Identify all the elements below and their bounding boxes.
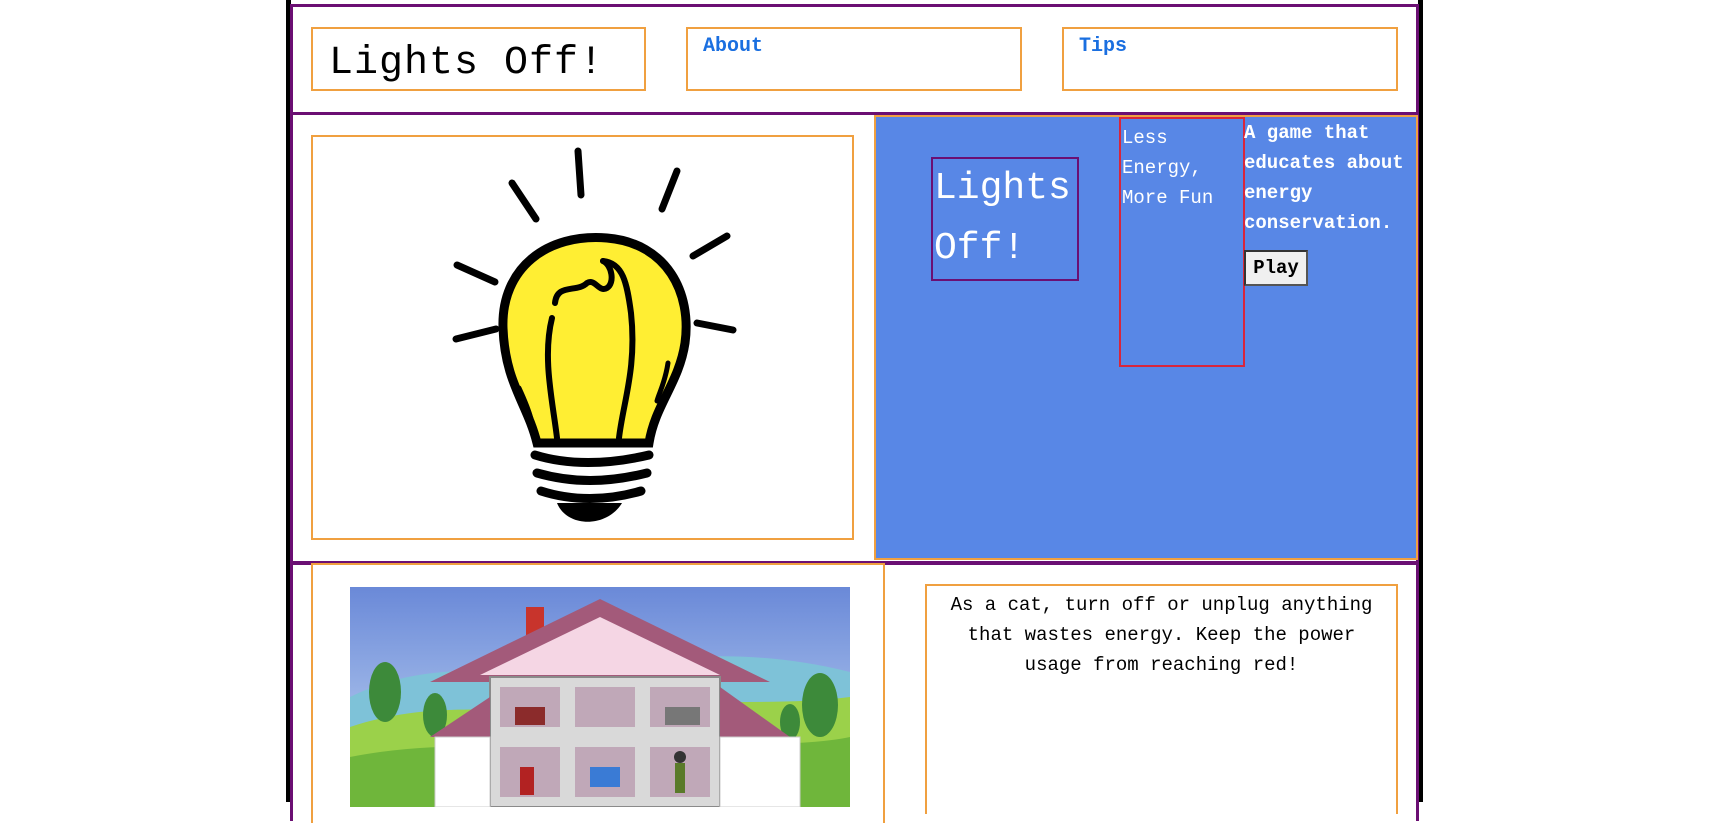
house-cutaway-icon [350, 587, 850, 807]
house-image-box [311, 563, 885, 823]
hero-description: A game that educates about energy conser… [1244, 122, 1404, 234]
nav-about-box: About [686, 27, 1022, 91]
lightbulb-icon [452, 147, 737, 522]
nav-about-link[interactable]: About [703, 35, 763, 58]
hero-tagline: Less Energy, More Fun [1119, 117, 1245, 367]
play-button[interactable]: Play [1244, 250, 1308, 286]
hero-title: Lights Off! [931, 157, 1079, 281]
nav-tips-link[interactable]: Tips [1079, 35, 1127, 58]
nav-tips-box: Tips [1062, 27, 1398, 91]
instructions-text: As a cat, turn off or unplug anything th… [950, 594, 1373, 676]
site-logo: Lights Off! [329, 41, 605, 86]
instructions-box: As a cat, turn off or unplug anything th… [925, 584, 1398, 814]
logo-box: Lights Off! [311, 27, 646, 91]
lightbulb-image-box [311, 135, 854, 540]
